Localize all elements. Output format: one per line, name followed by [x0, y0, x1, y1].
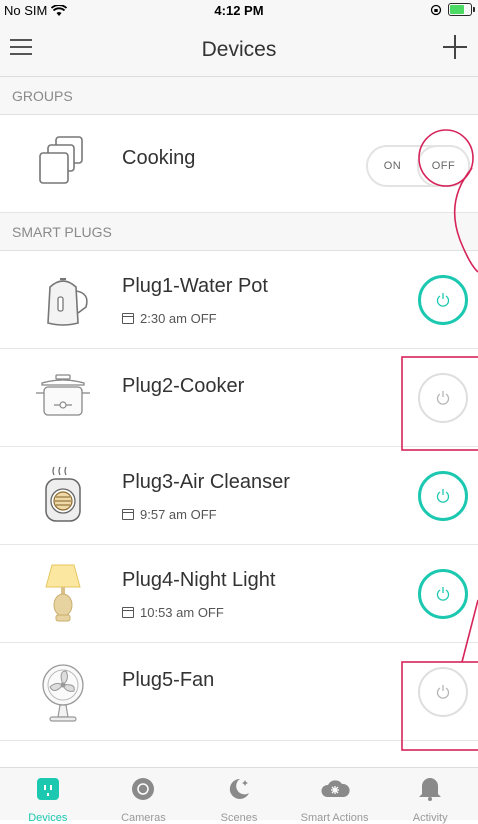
power-button[interactable] [418, 275, 468, 325]
power-button[interactable] [418, 373, 468, 423]
tab-label: Devices [28, 812, 68, 824]
plug-icon [36, 778, 59, 800]
battery-icon [448, 3, 475, 16]
device-name: Plug5-Fan [122, 669, 215, 691]
tab-smart-actions[interactable]: Smart Actions [287, 768, 383, 824]
add-device-button[interactable] [442, 34, 468, 60]
toggle-off-option[interactable]: OFF [417, 145, 470, 187]
orientation-lock-icon [430, 4, 442, 15]
power-button[interactable] [418, 667, 468, 717]
kettle-icon [47, 278, 88, 326]
device-row-plug1[interactable]: Plug1-Water Pot 2:30 am OFF [0, 251, 478, 349]
device-name: Plug4-Night Light [122, 569, 276, 591]
schedule-text: 2:30 am OFF [140, 311, 217, 326]
calendar-icon [122, 509, 134, 520]
tab-label: Activity [412, 812, 448, 824]
lamp-icon [45, 564, 81, 622]
group-row-cooking[interactable]: Cooking ON OFF [0, 115, 478, 213]
device-schedule: 9:57 am OFF [122, 507, 217, 522]
tab-bar: Devices Cameras Scenes Smart Actions Act… [0, 767, 478, 824]
tab-label: Cameras [121, 812, 166, 824]
tab-devices[interactable]: Devices [0, 768, 96, 824]
section-header-smart-plugs: SMART PLUGS [0, 213, 478, 251]
group-name: Cooking [122, 147, 196, 169]
tab-label: Smart Actions [300, 812, 369, 824]
calendar-icon [122, 313, 134, 324]
power-icon [436, 293, 450, 307]
device-row-plug4[interactable]: Plug4-Night Light 10:53 am OFF [0, 545, 478, 643]
scenes-icon [229, 778, 249, 799]
device-row-plug5[interactable]: Plug5-Fan [0, 643, 478, 741]
status-bar: No SIM 4:12 PM [0, 0, 478, 22]
air-cleanser-icon [45, 466, 81, 522]
tab-label: Scenes [220, 812, 258, 824]
device-row-plug3[interactable]: Plug3-Air Cleanser 9:57 am OFF [0, 447, 478, 545]
device-name: Plug1-Water Pot [122, 275, 268, 297]
device-schedule: 2:30 am OFF [122, 311, 217, 326]
tab-cameras[interactable]: Cameras [96, 768, 192, 824]
bell-icon [419, 778, 442, 801]
power-icon [436, 587, 450, 601]
power-icon [436, 489, 450, 503]
status-time: 4:12 PM [214, 3, 264, 18]
fan-icon [42, 664, 84, 722]
camera-icon [132, 778, 155, 800]
power-icon [436, 685, 450, 699]
group-icon [39, 136, 83, 184]
power-icon [436, 391, 450, 405]
tab-activity[interactable]: Activity [382, 768, 478, 824]
device-name: Plug2-Cooker [122, 375, 245, 397]
schedule-text: 9:57 am OFF [140, 507, 217, 522]
calendar-icon [122, 607, 134, 618]
group-on-off-toggle[interactable]: ON OFF [366, 145, 470, 187]
cooker-icon [36, 374, 90, 416]
smart-actions-icon [321, 780, 350, 797]
power-button[interactable] [418, 569, 468, 619]
device-row-plug2[interactable]: Plug2-Cooker [0, 349, 478, 447]
device-schedule: 10:53 am OFF [122, 605, 224, 620]
power-button[interactable] [418, 471, 468, 521]
schedule-text: 10:53 am OFF [140, 605, 224, 620]
page-title: Devices [201, 38, 277, 61]
status-right [430, 3, 475, 16]
nav-bar: Devices [0, 22, 478, 77]
tab-scenes[interactable]: Scenes [191, 768, 287, 824]
section-header-groups: GROUPS [0, 77, 478, 115]
toggle-on-option[interactable]: ON [368, 147, 417, 185]
device-name: Plug3-Air Cleanser [122, 471, 290, 493]
